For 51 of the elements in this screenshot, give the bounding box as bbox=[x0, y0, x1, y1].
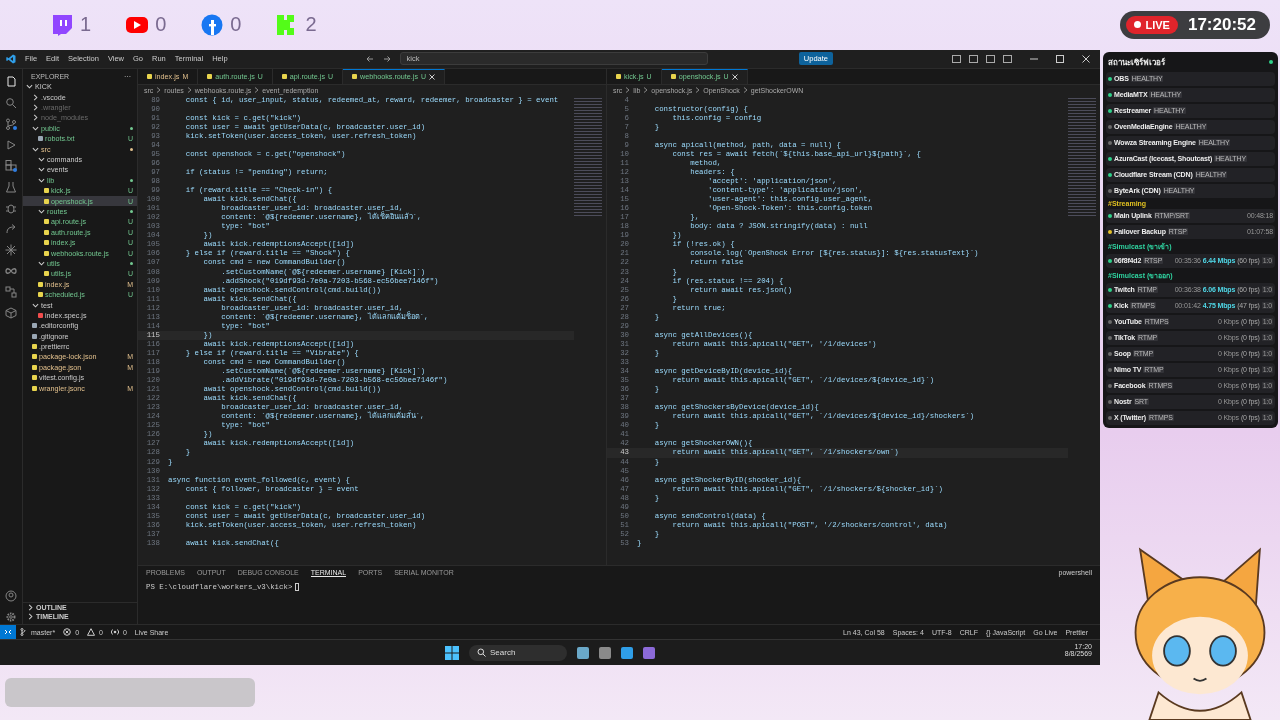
close-icon[interactable] bbox=[1082, 54, 1090, 63]
terminal-cursor bbox=[295, 582, 300, 591]
follower-count: 2 bbox=[305, 13, 317, 37]
follower-count: 0 bbox=[230, 13, 242, 37]
maximize-icon[interactable] bbox=[1056, 54, 1064, 63]
breadcrumb-separator-icon bbox=[625, 87, 631, 94]
changes-dot-icon bbox=[130, 261, 133, 265]
app-icon[interactable] bbox=[577, 646, 589, 659]
spark-icon[interactable] bbox=[4, 242, 18, 257]
changes-dot-icon bbox=[130, 178, 133, 182]
follower-count: 1 bbox=[80, 13, 92, 37]
panel-title: สถานะเซิร์ฟเวอร์ bbox=[1108, 56, 1165, 69]
app-icon[interactable] bbox=[643, 646, 655, 659]
taskbar-search[interactable]: Search bbox=[469, 644, 567, 661]
breadcrumb-separator-icon bbox=[643, 87, 649, 94]
run-icon[interactable] bbox=[4, 137, 18, 152]
breadcrumb-separator-icon bbox=[156, 87, 162, 94]
account-icon[interactable] bbox=[4, 589, 18, 603]
search-icon bbox=[477, 648, 486, 657]
testing-icon[interactable] bbox=[4, 179, 18, 194]
close-icon[interactable] bbox=[731, 73, 738, 80]
changes-dot-icon bbox=[130, 126, 133, 130]
error-icon bbox=[63, 628, 72, 636]
breadcrumb-separator-icon bbox=[186, 87, 192, 94]
warning-icon bbox=[87, 628, 96, 636]
breadcrumb-separator-icon bbox=[695, 87, 701, 94]
code-editor-icon[interactable] bbox=[621, 646, 633, 659]
box-icon[interactable] bbox=[4, 305, 18, 320]
files-icon[interactable] bbox=[4, 74, 18, 89]
close-icon[interactable] bbox=[429, 73, 436, 80]
breadcrumb-separator-icon bbox=[742, 87, 748, 94]
remote-icon[interactable] bbox=[0, 625, 16, 639]
source-control-icon[interactable] bbox=[4, 116, 18, 131]
search-icon[interactable] bbox=[4, 95, 18, 110]
branch-icon bbox=[20, 628, 27, 636]
antenna-icon bbox=[110, 628, 119, 636]
app-icon[interactable] bbox=[599, 646, 611, 659]
share-icon[interactable] bbox=[4, 221, 18, 236]
windows-logo-icon[interactable] bbox=[445, 645, 459, 660]
follower-count: 0 bbox=[155, 13, 167, 37]
back-arrow-icon[interactable] bbox=[365, 54, 374, 63]
stream-clock: 17:20:52 bbox=[1187, 14, 1256, 35]
changes-dot-icon bbox=[130, 210, 133, 213]
live-badge: LIVE bbox=[1126, 15, 1178, 34]
extensions-icon[interactable] bbox=[4, 158, 18, 173]
settings-icon[interactable] bbox=[4, 610, 18, 624]
nodes-icon[interactable] bbox=[4, 284, 18, 299]
changes-dot-icon bbox=[130, 147, 133, 151]
app-logo-icon bbox=[6, 53, 16, 64]
forward-arrow-icon[interactable] bbox=[382, 54, 391, 63]
breadcrumb-separator-icon bbox=[254, 87, 260, 94]
